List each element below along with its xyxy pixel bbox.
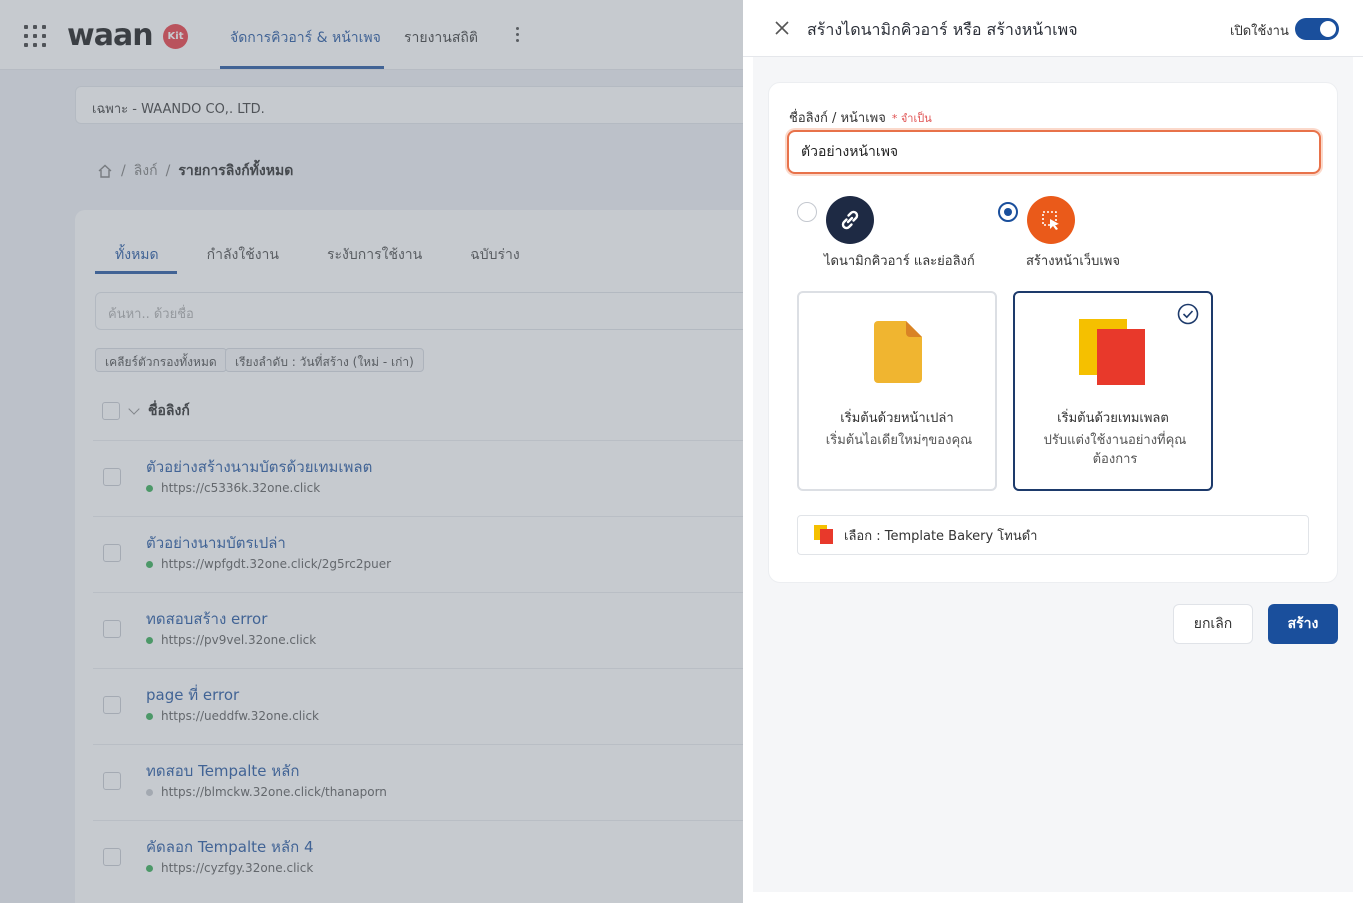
option-dynamic-qr-label[interactable]: ไดนามิกคิวอาร์ และย่อลิงก์ (824, 250, 975, 271)
drawer-body: ชื่อลิงก์ / หน้าเพจ * จำเป็น ไดนามิกคิวอา… (753, 57, 1353, 892)
required-marker: * จำเป็น (891, 112, 932, 125)
blank-page-card[interactable]: เริ่มต้นด้วยหน้าเปล่า เริ่มต้นไอเดียใหม่… (797, 291, 997, 491)
template-card[interactable]: เริ่มต้นด้วยเทมเพลต ปรับแต่งใช้งานอย่างท… (1013, 291, 1213, 491)
template-picker-label: เลือก : Template Bakery โทนดำ (844, 528, 1038, 544)
radio-webpage[interactable] (998, 202, 1018, 222)
template-subtitle: ปรับแต่งใช้งานอย่างที่คุณต้องการ (1043, 433, 1187, 467)
name-field-label: ชื่อลิงก์ / หน้าเพจ * จำเป็น (789, 107, 932, 128)
enable-toggle[interactable] (1295, 18, 1339, 40)
blank-page-title: เริ่มต้นด้วยหน้าเปล่า (840, 411, 954, 426)
modal-backdrop[interactable] (0, 0, 743, 903)
name-field-label-text: ชื่อลิงก์ / หน้าเพจ (789, 111, 886, 126)
blank-page-subtitle: เริ่มต้นไอเดียใหม่ๆของคุณ (825, 433, 973, 448)
check-circle-icon (1177, 303, 1199, 325)
option-webpage-label[interactable]: สร้างหน้าเว็บเพจ (1026, 250, 1120, 271)
cancel-button[interactable]: ยกเลิก (1173, 604, 1253, 644)
close-icon[interactable] (773, 19, 791, 37)
toggle-knob (1320, 21, 1336, 37)
template-title: เริ่มต้นด้วยเทมเพลต (1057, 411, 1169, 426)
template-picker[interactable]: เลือก : Template Bakery โทนดำ (797, 515, 1309, 555)
create-button[interactable]: สร้าง (1268, 604, 1338, 644)
create-drawer: สร้างไดนามิกคิวอาร์ หรือ สร้างหน้าเพจ เป… (743, 0, 1363, 903)
enable-toggle-label: เปิดใช้งาน (1230, 24, 1289, 39)
link-icon (826, 196, 874, 244)
radio-dynamic-qr[interactable] (797, 202, 817, 222)
blank-file-icon (874, 321, 922, 383)
name-input[interactable] (787, 130, 1321, 174)
drawer-title: สร้างไดนามิกคิวอาร์ หรือ สร้างหน้าเพจ (807, 20, 1078, 39)
form-card: ชื่อลิงก์ / หน้าเพจ * จำเป็น ไดนามิกคิวอา… (768, 82, 1338, 583)
drawer-header: สร้างไดนามิกคิวอาร์ หรือ สร้างหน้าเพจ เป… (743, 0, 1363, 57)
webpage-cursor-icon (1027, 196, 1075, 244)
template-icon (1079, 319, 1145, 385)
template-mini-icon (814, 525, 833, 544)
